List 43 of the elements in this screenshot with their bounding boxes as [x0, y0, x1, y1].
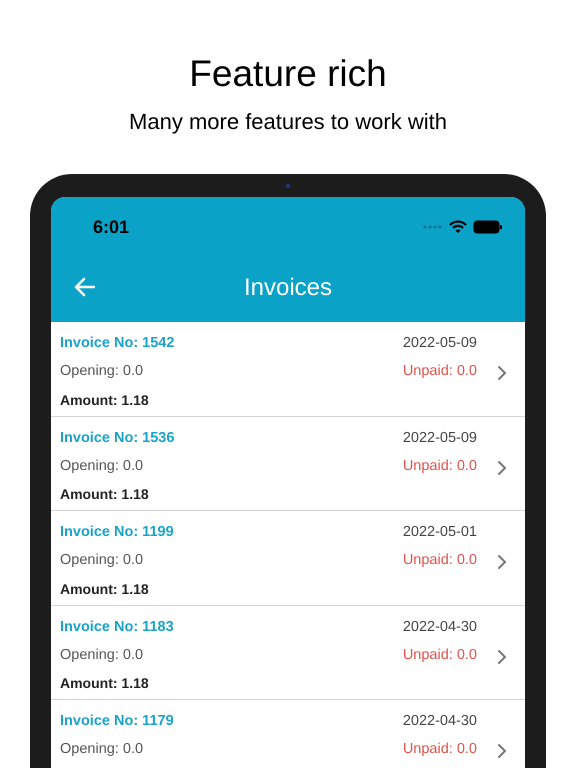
chevron-right-icon: [497, 743, 507, 759]
status-time: 6:01: [93, 216, 130, 238]
subheadline: Many more features to work with: [129, 108, 447, 136]
back-arrow-icon[interactable]: [73, 277, 95, 297]
cellular-signal-icon: [423, 225, 443, 229]
invoice-amount: Amount: 1.18: [60, 674, 149, 693]
unpaid-amount: Unpaid: 0.0: [402, 551, 477, 570]
invoice-date: 2022-05-09: [402, 334, 477, 354]
unpaid-amount: Unpaid: 0.0: [402, 646, 477, 665]
wifi-icon: [449, 220, 467, 234]
invoice-number: Invoice No: 1542: [60, 334, 174, 354]
invoice-amount: Amount: 1.18: [60, 485, 149, 504]
invoice-date: 2022-05-09: [402, 428, 477, 448]
invoice-date: 2022-04-30: [402, 618, 477, 637]
invoice-row[interactable]: Invoice No: 1183 2022-04-30 Opening: 0.0 Unpaid: 0.0 Amount: 1.18: [51, 606, 525, 700]
unpaid-amount: Unpaid: 0.0: [402, 362, 477, 382]
invoice-row[interactable]: Invoice No: 1536 2022-05-09 Opening: 0.0 Unpaid: 0.0 Amount: 1.18: [51, 416, 525, 511]
invoice-date: 2022-05-01: [402, 523, 477, 542]
invoice-number: Invoice No: 1183: [60, 618, 174, 637]
chevron-right-icon: [497, 365, 507, 381]
opening-balance: Opening: 0.0: [60, 362, 144, 382]
invoice-date: 2022-04-30: [402, 712, 477, 732]
opening-balance: Opening: 0.0: [60, 646, 144, 665]
invoice-amount: Amount: 1.18: [60, 580, 149, 598]
unpaid-amount: Unpaid: 0.0: [402, 456, 477, 476]
invoice-number: Invoice No: 1179: [60, 712, 174, 732]
chevron-right-icon: [497, 460, 507, 476]
opening-balance: Opening: 0.0: [60, 456, 144, 476]
opening-balance: Opening: 0.0: [60, 740, 144, 760]
chevron-right-icon: [497, 554, 507, 570]
invoice-amount: Amount: 1.18: [60, 390, 149, 410]
invoice-number: Invoice No: 1199: [60, 523, 174, 542]
camera-icon: [286, 184, 290, 188]
unpaid-amount: Unpaid: 0.0: [402, 740, 477, 760]
invoice-row[interactable]: Invoice No: 1542 2022-05-09 Opening: 0.0 Unpaid: 0.0 Amount: 1.18: [51, 322, 525, 416]
headline: Feature rich: [189, 52, 387, 96]
invoice-number: Invoice No: 1536: [60, 428, 174, 448]
invoice-row[interactable]: Invoice No: 1199 2022-05-01 Opening: 0.0 Unpaid: 0.0 Amount: 1.18: [51, 511, 525, 606]
opening-balance: Opening: 0.0: [60, 551, 144, 570]
screen-title: Invoices: [244, 273, 332, 303]
invoice-row[interactable]: Invoice No: 1179 2022-04-30 Opening: 0.0 Unpaid: 0.0: [51, 700, 525, 768]
chevron-right-icon: [497, 648, 507, 664]
battery-icon: [473, 220, 503, 234]
